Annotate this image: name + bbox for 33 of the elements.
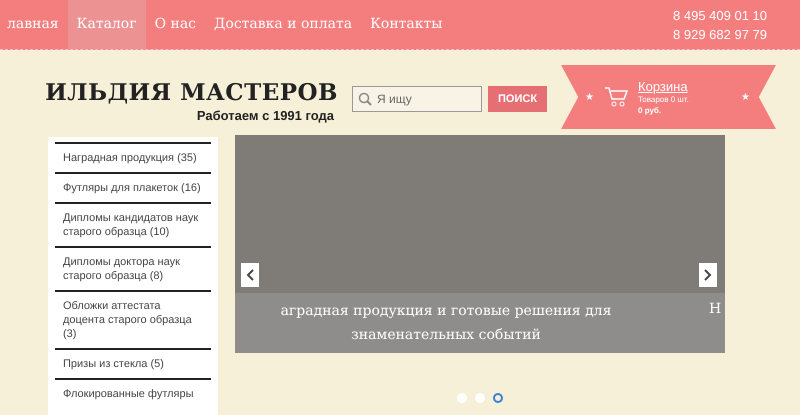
category-link[interactable]: Дипломы кандидатов наук старого образца (10): [55, 202, 211, 246]
nav-link[interactable]: Каталог: [68, 0, 146, 49]
nav-link[interactable]: Доставка и оплата: [205, 0, 362, 49]
category-link[interactable]: Флокированные футляры: [55, 378, 211, 408]
cart-total: 0 руб.: [638, 104, 662, 116]
slide-caption: аградная продукция и готовые решения для: [280, 302, 612, 321]
star-mark: ★: [585, 90, 594, 104]
category-link[interactable]: Наградная продукция (35): [55, 142, 211, 172]
chevron-left-icon: [246, 269, 254, 281]
phone-number: 8 929 682 97 79: [673, 26, 767, 44]
logo-title: ИЛЬДИЯ МАСТЕРОВ: [45, 78, 338, 108]
nav-link[interactable]: О нас: [146, 0, 206, 49]
cart-ribbon[interactable]: ★ Корзина Товаров 0 шт. 0 руб. ★: [561, 65, 776, 129]
slide-caption: Н: [709, 300, 722, 319]
phone-number: 8 495 409 01 10: [673, 6, 767, 24]
search-icon: [358, 92, 372, 106]
category-link[interactable]: Призы из стекла (5): [55, 348, 211, 378]
chevron-right-icon: [704, 269, 712, 281]
cart-link[interactable]: Корзина: [638, 78, 689, 94]
star-mark: ★: [741, 90, 750, 104]
slide-caption: знаменательных событий: [351, 326, 541, 345]
category-link[interactable]: Дипломы доктора наук старого образца (8): [55, 246, 211, 290]
nav-link[interactable]: лавная: [0, 0, 68, 49]
search-button[interactable]: ПОИСК: [488, 86, 548, 112]
shopping-cart-icon: [604, 86, 628, 108]
category-link[interactable]: Обложки аттестата доцента старого образца (3): [55, 290, 211, 348]
previous-arrow-button[interactable]: [241, 263, 259, 287]
logo-tagline: Работаем с 1991 года: [196, 107, 334, 125]
nav-link[interactable]: Контакты: [361, 0, 452, 49]
category-link[interactable]: Футляры для плакеток (16): [55, 172, 211, 202]
next-arrow-button[interactable]: [699, 263, 717, 287]
search-field[interactable]: Я ищу: [352, 86, 482, 112]
cart-count: Товаров 0 шт.: [638, 94, 689, 104]
